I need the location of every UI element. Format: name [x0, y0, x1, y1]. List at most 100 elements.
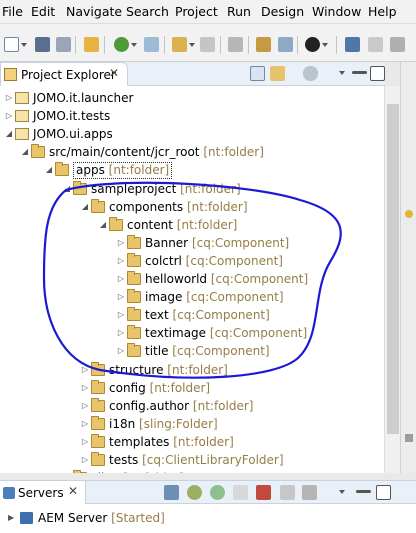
- chevron-down-icon[interactable]: ◢: [44, 161, 54, 179]
- tab-servers-label: Servers: [18, 486, 64, 500]
- minimize-icon[interactable]: [356, 490, 371, 493]
- debug-server-icon[interactable]: [164, 485, 179, 500]
- toolbar-separator: [75, 36, 76, 54]
- tree-item-label: JOMO.ui.apps: [33, 127, 113, 142]
- view-filter-icon[interactable]: [303, 66, 318, 81]
- open-perspective-icon[interactable]: [84, 37, 99, 52]
- menu-run[interactable]: Run: [227, 4, 251, 19]
- pen-icon[interactable]: [228, 37, 243, 52]
- folder-icon: [127, 289, 141, 304]
- new-java-package-icon[interactable]: [172, 37, 187, 52]
- save-all-icon[interactable]: [56, 37, 71, 52]
- chevron-down-icon[interactable]: ◢: [80, 198, 90, 216]
- tree-item-decoration: [cq:ClientLibraryFolder]: [142, 453, 284, 467]
- chevron-right-icon[interactable]: ▷: [4, 89, 14, 107]
- chevron-down-icon[interactable]: ◢: [4, 125, 14, 143]
- tree-item-decoration: [sling:Folder]: [139, 416, 218, 431]
- run-dropdown-icon[interactable]: [131, 43, 137, 47]
- menu-help[interactable]: Help: [368, 4, 397, 19]
- tree-item-decoration: [cq:Component]: [209, 326, 308, 341]
- menu-design[interactable]: Design: [261, 4, 304, 19]
- outline-icon[interactable]: [405, 210, 413, 218]
- project-explorer-tabbar: Project Explorer ✕: [0, 62, 385, 86]
- start-server-icon[interactable]: [187, 485, 202, 500]
- view-menu-icon[interactable]: [339, 71, 345, 75]
- server-name: AEM Server: [38, 511, 108, 525]
- collapse-all-icon[interactable]: [250, 66, 265, 81]
- menu-window[interactable]: Window: [312, 4, 361, 19]
- publish-server-icon[interactable]: [280, 485, 295, 500]
- chevron-right-icon[interactable]: ▶: [8, 509, 14, 527]
- chevron-down-icon[interactable]: ◢: [20, 143, 30, 161]
- menu-search[interactable]: Search: [126, 4, 169, 19]
- right-trim-stack: [400, 62, 416, 473]
- tree-item-decoration: [nt:folder]: [186, 199, 248, 214]
- tree-item-label: templates: [109, 434, 170, 449]
- debug-icon[interactable]: [144, 37, 159, 52]
- chevron-right-icon[interactable]: ▷: [116, 288, 126, 306]
- chevron-right-icon[interactable]: ▷: [4, 107, 14, 125]
- maximize-icon[interactable]: [370, 66, 385, 81]
- maximize-icon[interactable]: [376, 485, 391, 500]
- chevron-down-icon[interactable]: ◢: [98, 216, 108, 234]
- chevron-right-icon[interactable]: ▷: [116, 252, 126, 270]
- refresh-icon[interactable]: [200, 37, 215, 52]
- tab-servers[interactable]: Servers ✕: [0, 481, 86, 505]
- clean-server-icon[interactable]: [302, 485, 317, 500]
- chevron-right-icon[interactable]: ▷: [62, 469, 72, 473]
- close-icon[interactable]: ✕: [68, 484, 78, 498]
- project-icon: [15, 128, 29, 141]
- toolbar-more-icon[interactable]: [368, 37, 383, 52]
- profile-server-icon[interactable]: [210, 485, 225, 500]
- chevron-down-icon[interactable]: ◢: [62, 180, 72, 198]
- servers-view-menu-icon[interactable]: [339, 490, 345, 494]
- menu-edit[interactable]: Edit: [31, 4, 55, 19]
- scrollbar-thumb[interactable]: [387, 104, 399, 434]
- menu-project[interactable]: Project: [175, 4, 218, 19]
- new-dropdown-icon[interactable]: [21, 43, 27, 47]
- user-icon[interactable]: [305, 37, 320, 52]
- folder-icon: [91, 452, 105, 466]
- menu-bar: File Edit Navigate Search Project Run De…: [0, 0, 416, 24]
- folder-icon: [127, 252, 141, 267]
- user-dropdown-icon[interactable]: [322, 43, 328, 47]
- build-icon[interactable]: [256, 37, 271, 52]
- chevron-right-icon[interactable]: ▷: [80, 415, 90, 433]
- toolbar-separator: [104, 36, 105, 54]
- chevron-right-icon[interactable]: ▷: [80, 397, 90, 415]
- chevron-right-icon[interactable]: ▷: [80, 451, 90, 469]
- publish-icon[interactable]: [278, 37, 293, 52]
- stop-server-icon[interactable]: [233, 485, 248, 500]
- close-icon[interactable]: ✕: [109, 66, 119, 80]
- chevron-right-icon[interactable]: ▷: [116, 324, 126, 342]
- chevron-right-icon[interactable]: ▷: [116, 234, 126, 252]
- folder-icon: [127, 271, 141, 285]
- chevron-right-icon[interactable]: ▷: [80, 361, 90, 379]
- tree-item-decoration: [nt:folder]: [167, 362, 228, 377]
- link-with-editor-icon[interactable]: [270, 66, 285, 81]
- package-dropdown-icon[interactable]: [189, 43, 195, 47]
- chevron-right-icon[interactable]: ▷: [116, 342, 126, 360]
- toolbar-separator: [297, 36, 298, 54]
- chevron-right-icon[interactable]: ▷: [80, 433, 90, 451]
- tree-item-decoration: [nt:folder]: [108, 163, 170, 178]
- menu-navigate[interactable]: Navigate: [66, 4, 122, 19]
- tree-item-decoration: [nt:folder]: [176, 217, 238, 232]
- disconnect-server-icon[interactable]: [256, 485, 271, 500]
- new-icon[interactable]: [4, 37, 19, 52]
- vertical-scrollbar[interactable]: [384, 86, 400, 473]
- task-list-icon[interactable]: [405, 434, 413, 442]
- chevron-right-icon[interactable]: ▷: [116, 270, 126, 288]
- console-icon[interactable]: [345, 37, 360, 52]
- toolbar-overflow-icon[interactable]: [390, 37, 405, 52]
- tree-item-label: helloworld: [145, 272, 208, 286]
- tab-project-explorer[interactable]: Project Explorer ✕: [0, 62, 128, 86]
- server-icon: [20, 512, 33, 524]
- chevron-right-icon[interactable]: ▷: [80, 379, 90, 397]
- minimize-icon[interactable]: [352, 71, 367, 74]
- tree-item-label: image: [145, 290, 183, 305]
- save-icon[interactable]: [35, 37, 50, 52]
- menu-file[interactable]: File: [2, 4, 23, 19]
- run-icon[interactable]: [114, 37, 129, 52]
- chevron-right-icon[interactable]: ▷: [116, 306, 126, 324]
